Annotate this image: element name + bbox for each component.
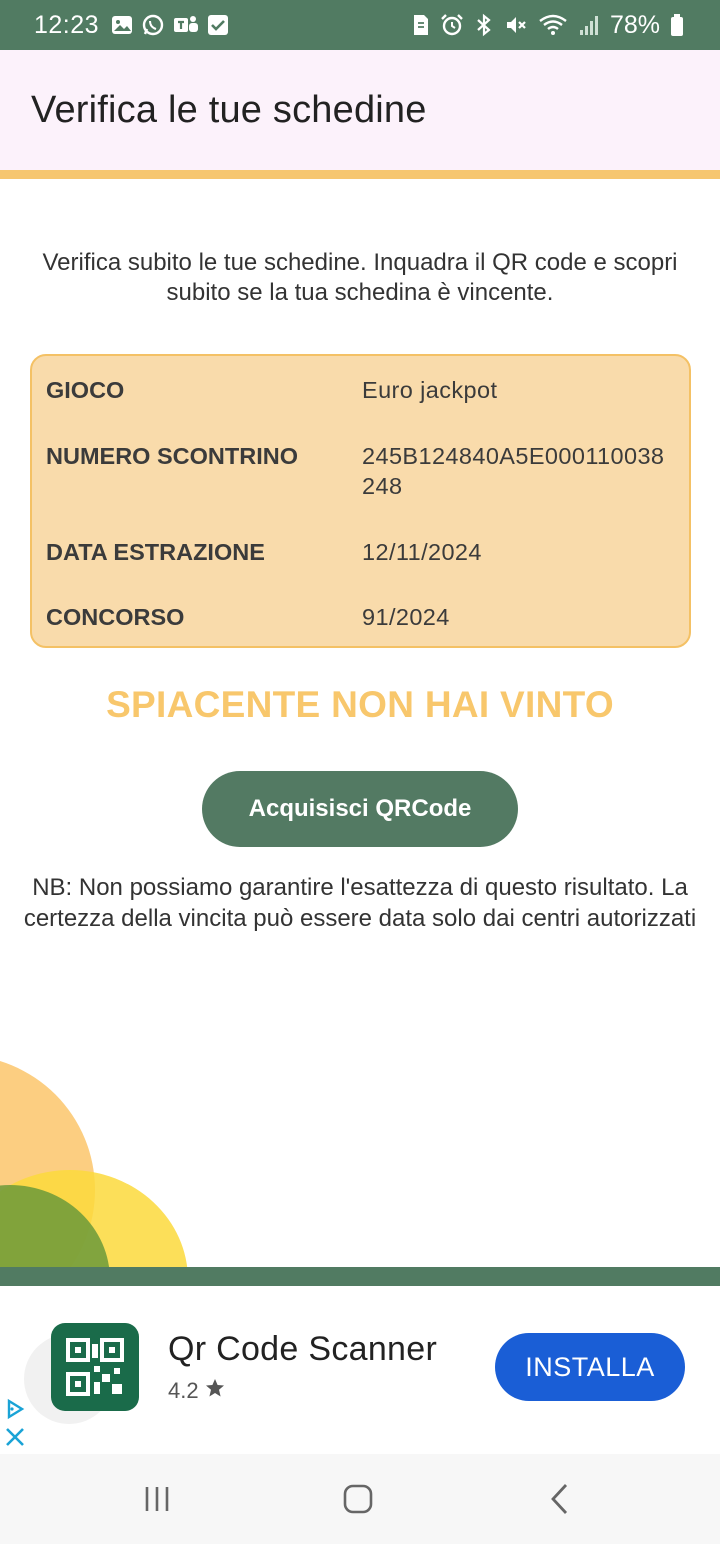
qr-app-icon[interactable] bbox=[51, 1323, 139, 1411]
alarm-icon bbox=[440, 13, 464, 37]
status-time: 12:23 bbox=[34, 10, 100, 39]
battery-percent: 78% bbox=[609, 10, 660, 39]
checkbox-icon bbox=[207, 14, 229, 36]
home-button[interactable] bbox=[333, 1479, 383, 1519]
back-icon bbox=[551, 1484, 568, 1514]
ticket-value: 245B124840A5E000110038248 bbox=[362, 443, 665, 499]
page-title: Verifica le tue schedine bbox=[31, 88, 427, 131]
ticket-label: GIOCO bbox=[46, 377, 125, 403]
whatsapp-icon bbox=[141, 13, 165, 37]
status-bar: 12:23 78% bbox=[0, 0, 720, 50]
mute-icon bbox=[504, 13, 528, 37]
scan-qrcode-button[interactable]: Acquisisci QRCode bbox=[202, 771, 518, 847]
battery-icon bbox=[670, 13, 684, 37]
ticket-label: NUMERO SCONTRINO bbox=[46, 443, 298, 469]
install-button[interactable]: INSTALLA bbox=[495, 1333, 685, 1401]
disclaimer-note: NB: Non possiamo garantire l'esattezza d… bbox=[23, 874, 697, 932]
intro-text: Verifica subito le tue schedine. Inquadr… bbox=[42, 249, 678, 306]
ad-rating: 4.2 bbox=[168, 1378, 225, 1404]
ticket-value: 91/2024 bbox=[362, 604, 450, 630]
back-button[interactable] bbox=[535, 1479, 585, 1519]
ad-choices-icon[interactable] bbox=[4, 1398, 26, 1420]
ticket-value: Euro jackpot bbox=[362, 377, 498, 403]
recents-icon bbox=[145, 1487, 169, 1511]
teams-icon bbox=[173, 13, 199, 37]
bottom-band bbox=[0, 1267, 720, 1286]
result-message: SPIACENTE NON HAI VINTO bbox=[106, 684, 614, 725]
bluetooth-icon bbox=[474, 13, 494, 37]
ticket-value: 12/11/2024 bbox=[362, 539, 482, 565]
app-bar: Verifica le tue schedine bbox=[0, 50, 720, 170]
ad-close-icon[interactable] bbox=[4, 1426, 26, 1448]
system-nav-bar bbox=[0, 1454, 720, 1544]
ad-app-name[interactable]: Qr Code Scanner bbox=[168, 1330, 437, 1369]
wifi-icon bbox=[538, 13, 568, 37]
ticket-label: DATA ESTRAZIONE bbox=[46, 539, 265, 565]
app-bar-divider bbox=[0, 170, 720, 179]
home-icon bbox=[343, 1484, 373, 1514]
decorative-blobs bbox=[0, 1061, 188, 1270]
ticket-card: GIOCO Euro jackpot NUMERO SCONTRINO 245B… bbox=[30, 354, 691, 648]
gallery-icon bbox=[111, 14, 133, 36]
star-icon bbox=[205, 1378, 225, 1404]
sim-icon bbox=[412, 14, 430, 36]
recents-button[interactable] bbox=[132, 1479, 182, 1519]
ad-banner[interactable]: Qr Code Scanner 4.2 INSTALLA bbox=[0, 1286, 720, 1454]
signal-icon bbox=[578, 14, 600, 36]
ticket-label: CONCORSO bbox=[46, 604, 185, 630]
ad-rating-value: 4.2 bbox=[168, 1378, 199, 1403]
